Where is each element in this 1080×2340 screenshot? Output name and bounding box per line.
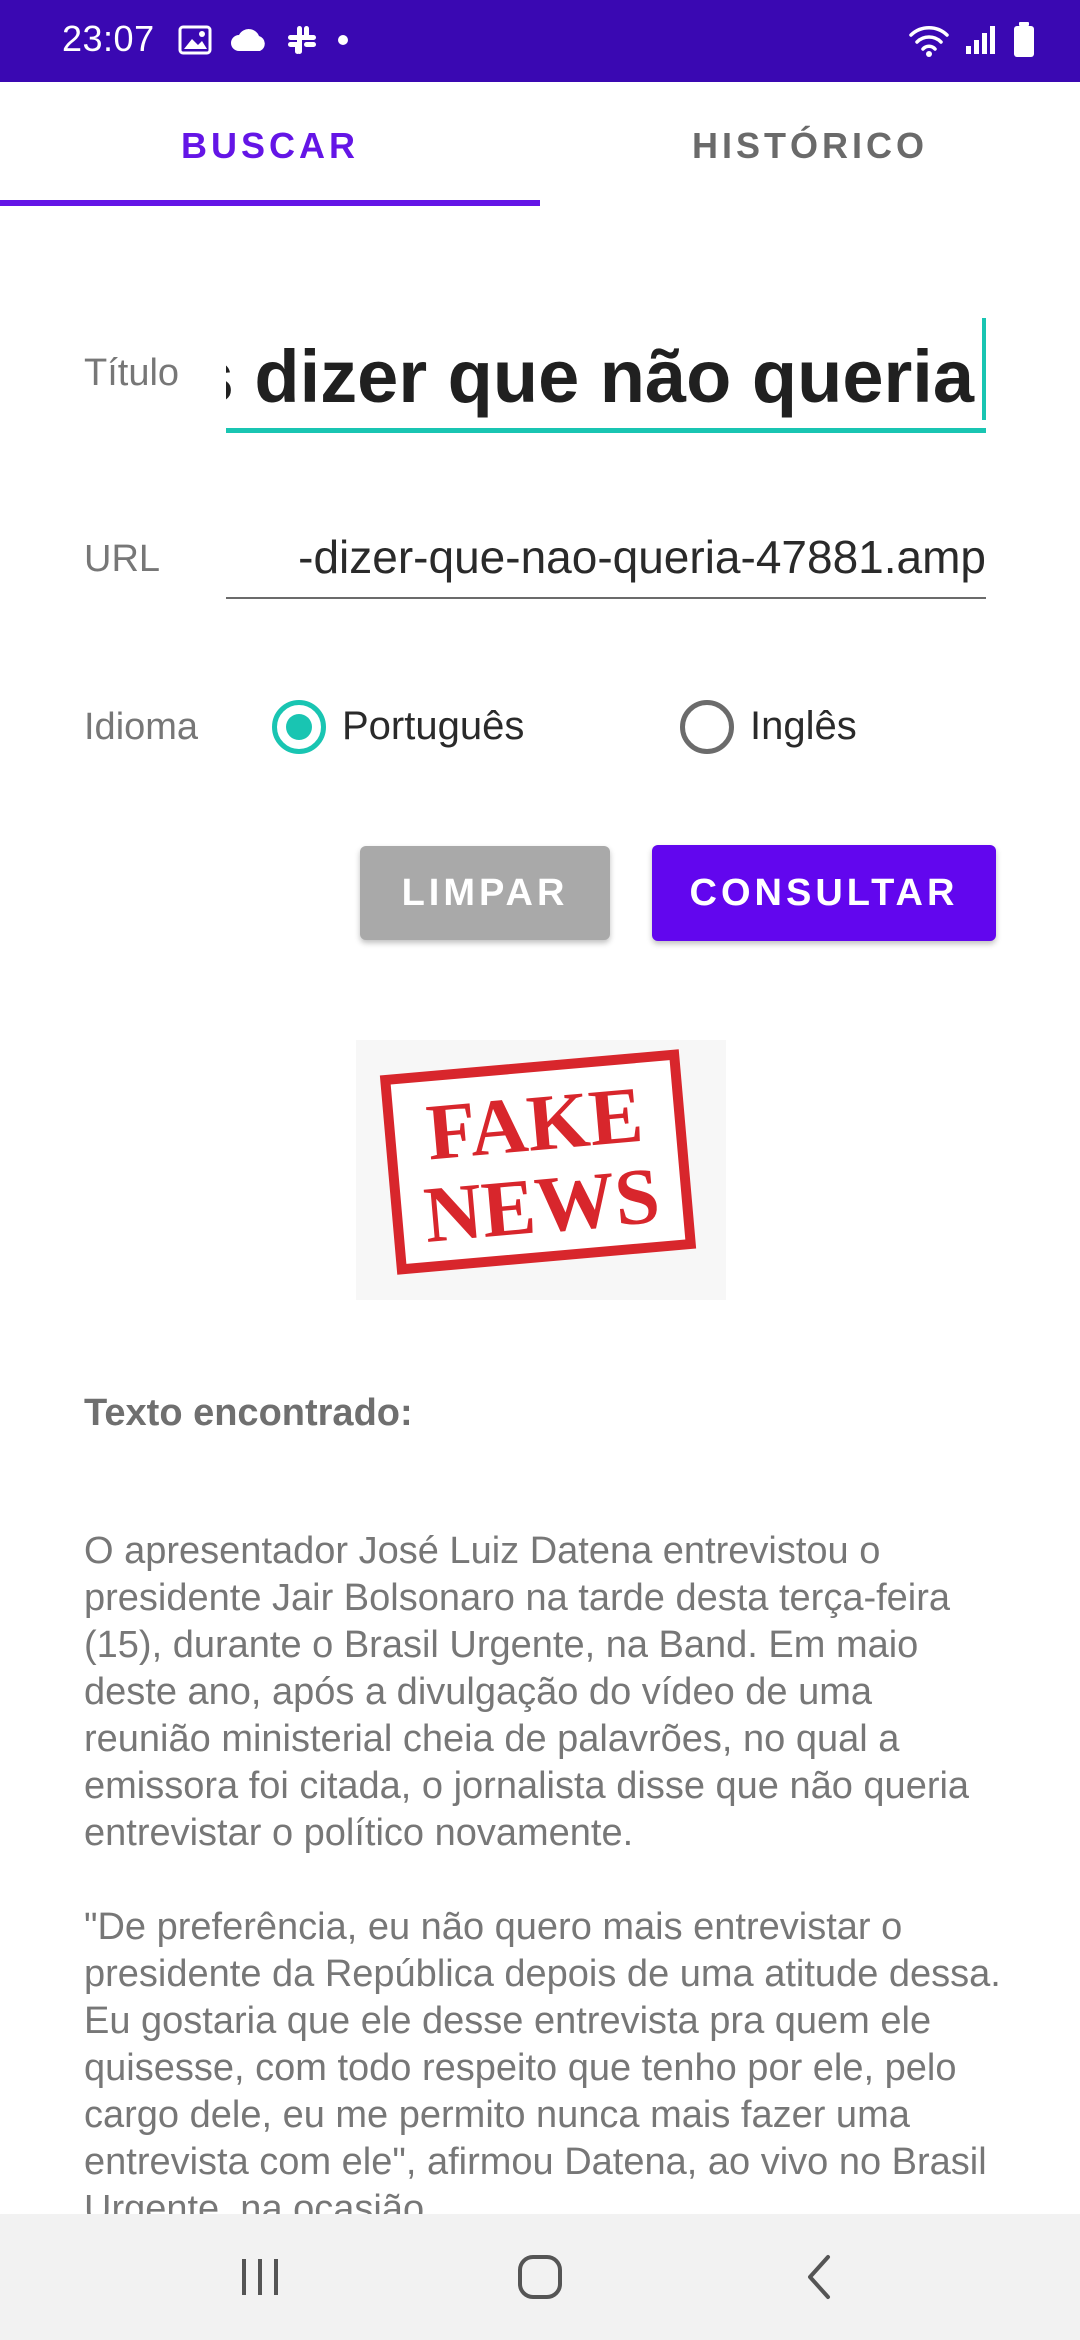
fake-news-stamp-image: FAKE NEWS — [356, 1040, 726, 1300]
url-input[interactable]: -dizer-que-nao-queria-47881.amp — [226, 520, 986, 594]
battery-icon — [1012, 21, 1036, 64]
tab-buscar[interactable]: BUSCAR — [0, 82, 540, 210]
dot-icon — [336, 33, 350, 52]
url-label: URL — [84, 538, 161, 580]
home-icon[interactable] — [500, 2242, 580, 2312]
status-time: 23:07 — [62, 18, 155, 59]
signal-icon — [964, 24, 998, 61]
recents-icon[interactable] — [220, 2242, 300, 2312]
radio-portugues-label[interactable]: Português — [342, 704, 524, 749]
back-icon[interactable] — [780, 2242, 860, 2312]
cloud-icon — [230, 27, 268, 58]
consult-button[interactable]: CONSULTAR — [652, 845, 996, 941]
active-tab-indicator — [0, 200, 540, 206]
wifi-icon — [908, 23, 950, 62]
radio-portugues[interactable] — [272, 700, 326, 754]
stamp-line-2: NEWS — [420, 1151, 664, 1260]
clear-button[interactable]: LIMPAR — [360, 846, 610, 940]
title-input-underline — [226, 428, 986, 433]
radio-ingles[interactable] — [680, 700, 734, 754]
stamp-frame: FAKE NEWS — [379, 1049, 697, 1275]
title-input[interactable]: s dizer que não queria — [226, 318, 986, 432]
image-icon — [178, 25, 212, 60]
url-input-value: -dizer-que-nao-queria-47881.amp — [298, 531, 986, 583]
text-cursor — [982, 318, 986, 420]
title-label: Título — [84, 352, 180, 394]
tab-bar: BUSCAR HISTÓRICO — [0, 82, 1080, 210]
slack-icon — [286, 24, 318, 61]
found-text-heading: Texto encontrado: — [84, 1392, 413, 1434]
tab-historico[interactable]: HISTÓRICO — [540, 82, 1080, 210]
found-text-body: O apresentador José Luiz Datena entrevis… — [84, 1530, 1001, 2230]
radio-ingles-label[interactable]: Inglês — [750, 704, 857, 749]
url-input-underline — [226, 597, 986, 599]
status-bar: 23:07 — [0, 0, 1080, 82]
language-label: Idioma — [84, 706, 199, 748]
navigation-bar — [0, 2214, 1080, 2340]
title-input-value: s dizer que não queria — [226, 335, 974, 418]
